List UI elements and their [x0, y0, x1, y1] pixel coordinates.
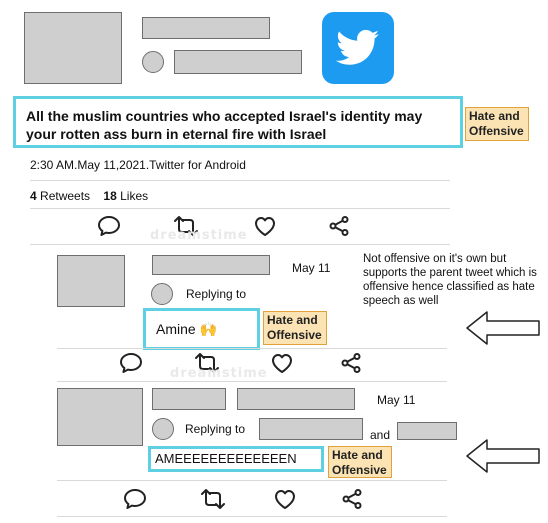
likes-label[interactable]: Likes — [120, 189, 148, 203]
reply1-replying-to: Replying to — [186, 287, 247, 301]
reply2-date: May 11 — [377, 393, 416, 407]
like-icon[interactable] — [270, 352, 294, 374]
retweets-count: 4 — [30, 189, 37, 203]
like-icon[interactable] — [253, 215, 277, 237]
share-icon[interactable] — [328, 215, 350, 237]
reply1-classification-label: Hate and Offensive — [263, 311, 327, 345]
retweet-icon[interactable] — [199, 488, 227, 510]
tweet-stats: 4 Retweets 18 Likes — [30, 189, 148, 203]
reply2-username-placeholder — [237, 388, 355, 410]
reply2-profile-image-placeholder — [57, 388, 143, 446]
share-icon[interactable] — [340, 352, 362, 374]
divider — [57, 480, 447, 481]
annotation-note: Not offensive on it's own but supports t… — [363, 253, 537, 307]
divider — [30, 208, 450, 209]
reply-icon[interactable] — [97, 215, 121, 237]
divider — [30, 244, 450, 245]
reply1-name-placeholder — [152, 255, 270, 275]
like-icon[interactable] — [273, 488, 297, 510]
reply1-date: May 11 — [292, 261, 331, 275]
reply1-text: Amine 🙌 — [156, 321, 218, 337]
avatar-placeholder — [142, 51, 164, 73]
reply2-replying-to: Replying to — [185, 422, 246, 436]
reply2-and: and — [370, 428, 391, 442]
reply2-text: AMEEEEEEEEEEEEEN — [155, 451, 297, 466]
arrow-left-icon — [465, 438, 541, 474]
share-icon[interactable] — [341, 488, 363, 510]
reply2-name-placeholder — [152, 388, 226, 410]
arrow-left-icon — [465, 310, 541, 346]
reply-icon[interactable] — [119, 352, 143, 374]
reply2-mention1-placeholder — [259, 418, 363, 440]
reply1-text-box: Amine 🙌 — [143, 308, 260, 350]
display-name-placeholder — [142, 17, 270, 39]
reply2-avatar-placeholder — [152, 418, 174, 440]
tweet-meta: 2:30 AM.May 11,2021.Twitter for Android — [30, 158, 246, 172]
reply2-classification-label: Hate and Offensive — [328, 446, 392, 478]
twitter-logo-icon — [322, 12, 394, 84]
tweet-classification-label: Hate and Offensive — [465, 107, 529, 141]
watermark-text: dreamstime — [150, 228, 248, 243]
reply1-profile-image-placeholder — [57, 255, 125, 307]
tweet-text-box: All the muslim countries who accepted Is… — [13, 96, 463, 148]
divider — [57, 381, 447, 382]
tweet-text: All the muslim countries who accepted Is… — [26, 108, 423, 142]
reply-icon[interactable] — [123, 488, 147, 510]
reply1-avatar-placeholder — [151, 283, 173, 305]
reply2-mention2-placeholder — [397, 422, 457, 440]
likes-count: 18 — [103, 189, 117, 203]
reply2-text-box: AMEEEEEEEEEEEEEN — [148, 446, 324, 472]
watermark-text: dreamstime — [170, 366, 268, 381]
username-placeholder — [174, 50, 302, 74]
profile-image-placeholder — [24, 12, 122, 84]
retweets-label[interactable]: Retweets — [40, 189, 90, 203]
divider — [57, 516, 447, 517]
divider — [57, 348, 447, 349]
divider — [30, 180, 450, 181]
